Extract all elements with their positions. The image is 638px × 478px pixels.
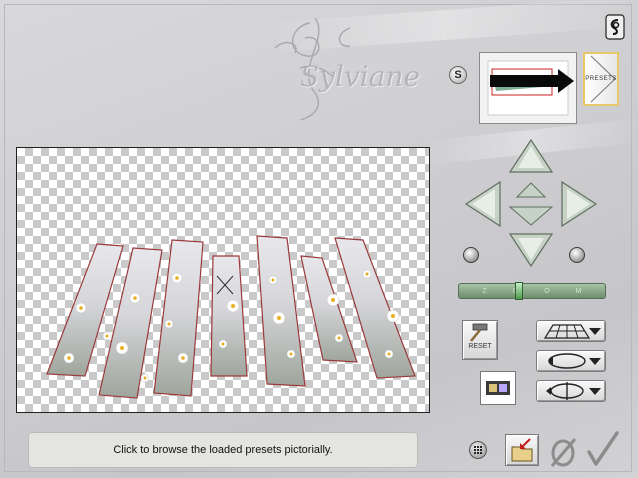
rotate-mode-dropdown[interactable]: [536, 350, 606, 372]
perspective-mode-dropdown[interactable]: [536, 320, 606, 342]
zoom-slider-handle[interactable]: [515, 282, 523, 300]
film-strip-icon: [486, 381, 510, 395]
presets-thumbnail[interactable]: [479, 52, 577, 124]
cancel-icon[interactable]: [548, 436, 578, 468]
arrow-up-icon[interactable]: [508, 138, 554, 174]
photo-strips: [46, 235, 416, 399]
zoom-label: ZOOM: [482, 287, 608, 295]
reset-label: RESET: [468, 343, 492, 350]
rotate-left-icon[interactable]: [463, 247, 479, 263]
reset-button[interactable]: RESET: [462, 320, 498, 360]
presets-button[interactable]: PRESETS: [583, 52, 619, 106]
arrow-right-icon[interactable]: [560, 180, 598, 228]
arrow-left-icon[interactable]: [464, 180, 502, 228]
rotate-axis-dropdown[interactable]: [536, 380, 606, 402]
photo-strip: [256, 235, 306, 387]
image-thumbnail-button[interactable]: [480, 371, 516, 405]
status-text: Click to browse the loaded presets picto…: [113, 444, 333, 456]
rotate-ellipse-icon: [548, 353, 586, 369]
s-button[interactable]: S: [449, 66, 467, 84]
arrow-down-icon[interactable]: [508, 232, 554, 268]
center-down-icon[interactable]: [508, 205, 554, 227]
rotate-axis-icon: [546, 382, 584, 400]
presets-label: PRESETS: [585, 76, 617, 82]
chevron-down-icon: [589, 358, 601, 365]
photo-strip: [153, 239, 204, 397]
rotate-right-icon[interactable]: [569, 247, 585, 263]
status-bar: Click to browse the loaded presets picto…: [28, 432, 418, 468]
perspective-plane-icon: [543, 324, 591, 339]
chevron-down-icon: [589, 328, 601, 335]
logo-text: Sylviane: [300, 60, 421, 93]
export-button[interactable]: [505, 434, 539, 466]
zoom-slider[interactable]: ZOOM: [458, 283, 606, 299]
grid-icon[interactable]: [469, 441, 487, 459]
export-icon: [511, 438, 533, 462]
ok-check-icon[interactable]: [586, 430, 620, 468]
photo-strip: [210, 255, 248, 377]
hammer-icon: [470, 323, 488, 342]
center-up-icon[interactable]: [515, 182, 547, 198]
preview-canvas[interactable]: [16, 147, 430, 413]
chevron-down-icon: [589, 388, 601, 395]
curl-icon[interactable]: [605, 14, 625, 40]
